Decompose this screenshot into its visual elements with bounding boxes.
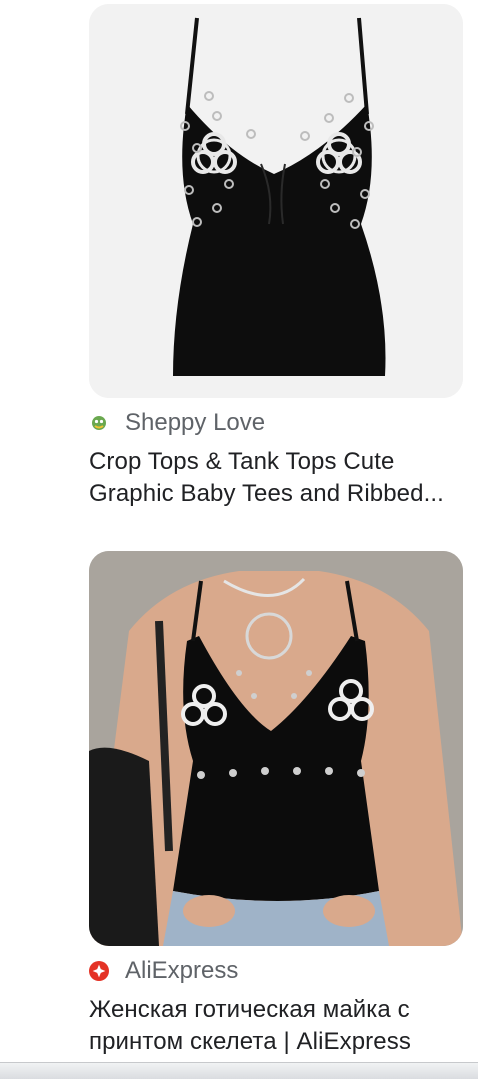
- result-card-aliexpress[interactable]: AliExpress Женская готическая майка с пр…: [89, 551, 463, 1058]
- result-title-line: Graphic Baby Tees and Ribbed...: [89, 480, 444, 507]
- result-image-model[interactable]: [89, 551, 463, 946]
- browser-bottom-edge: [0, 1062, 478, 1079]
- aliexpress-favicon-icon: [89, 961, 109, 981]
- result-source-name: Sheppy Love: [125, 409, 266, 436]
- result-source[interactable]: AliExpress: [89, 957, 463, 984]
- result-source-name: AliExpress: [125, 957, 239, 984]
- tank-top-product-image: [89, 4, 463, 398]
- result-title-link[interactable]: Женская готическая майка с принтом скеле…: [89, 994, 463, 1058]
- result-title-line: Crop Tops & Tank Tops Cute: [89, 448, 395, 475]
- result-source[interactable]: Sheppy Love: [89, 409, 463, 436]
- result-card-sheppy-love[interactable]: Sheppy Love Crop Tops & Tank Tops Cute G…: [89, 4, 463, 510]
- model-tank-top-image: [89, 551, 463, 946]
- sheppy-love-favicon-icon: [89, 413, 109, 433]
- result-image-tank-top[interactable]: [89, 4, 463, 398]
- result-title-link[interactable]: Crop Tops & Tank Tops Cute Graphic Baby …: [89, 446, 463, 510]
- result-title-line: принтом скелета | AliExpress: [89, 1028, 411, 1055]
- result-title-line: Женская готическая майка с: [89, 996, 410, 1023]
